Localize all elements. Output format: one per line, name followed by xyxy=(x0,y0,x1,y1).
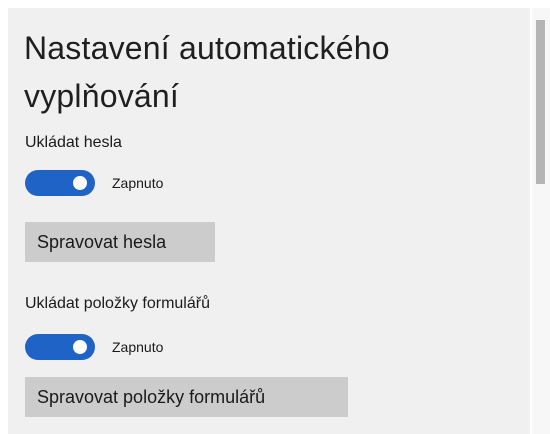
save-form-entries-toggle[interactable] xyxy=(25,334,95,360)
save-passwords-toggle-state: Zapnuto xyxy=(112,175,164,191)
save-passwords-toggle[interactable] xyxy=(25,170,95,196)
scrollbar-thumb[interactable] xyxy=(536,20,545,184)
save-form-entries-toggle-state: Zapnuto xyxy=(112,339,164,355)
toggle-knob xyxy=(73,176,87,190)
manage-passwords-button[interactable]: Spravovat hesla xyxy=(25,222,215,262)
toggle-knob xyxy=(73,340,87,354)
manage-form-entries-button[interactable]: Spravovat položky formulářů xyxy=(25,377,348,417)
save-form-entries-label: Ukládat položky formulářů xyxy=(25,295,210,312)
save-passwords-label: Ukládat hesla xyxy=(25,134,122,151)
page-title: Nastavení automatického vyplňování xyxy=(24,30,390,114)
